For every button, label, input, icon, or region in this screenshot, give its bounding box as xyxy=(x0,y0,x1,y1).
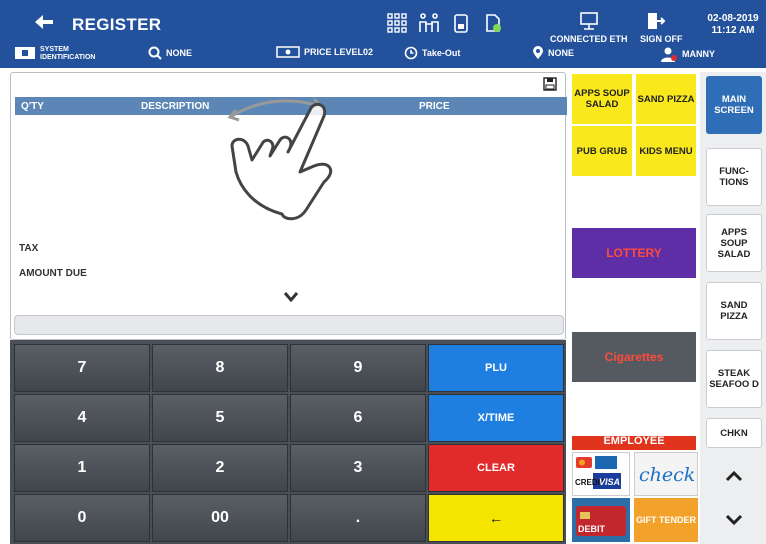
location-pin-icon xyxy=(533,46,543,59)
dept-employee[interactable]: EMPLOYEE xyxy=(572,436,696,450)
key-00[interactable]: 00 xyxy=(152,494,288,542)
scroll-up-button[interactable] xyxy=(706,456,762,496)
monitor-icon xyxy=(15,47,35,59)
price-level-value: PRICE LEVEL02 xyxy=(304,47,374,57)
network-monitor-icon xyxy=(580,12,598,30)
key-6[interactable]: 6 xyxy=(290,394,426,442)
tax-label: TAX xyxy=(19,243,39,254)
chevron-up-icon xyxy=(725,470,743,482)
date-time: 02-08-2019 11:12 AM xyxy=(704,13,762,37)
dept-kids-menu[interactable]: KIDS MENU xyxy=(636,126,696,176)
price-level[interactable]: PRICE LEVEL02 xyxy=(276,46,373,58)
visa-label: VISA xyxy=(599,477,620,487)
top-header: REGISTER CONNECTED ETH SIGN OFF 02-08-20… xyxy=(0,0,766,68)
description-column-header: DESCRIPTION xyxy=(141,101,210,112)
tab-steak-seafood[interactable]: STEAK SEAFOO D xyxy=(706,350,762,408)
debit-label: DEBIT xyxy=(578,524,606,534)
chevron-down-icon xyxy=(725,514,743,526)
key-1[interactable]: 1 xyxy=(14,444,150,492)
dept-lottery[interactable]: LOTTERY xyxy=(572,228,696,278)
clear-button[interactable]: CLEAR xyxy=(428,444,564,492)
amount-due-label: AMOUNT DUE xyxy=(19,268,87,279)
enter-button[interactable]: ← xyxy=(428,494,564,542)
location-value: NONE xyxy=(548,48,575,58)
order-type-value: Take-Out xyxy=(422,48,461,58)
column-header: Q'TY DESCRIPTION PRICE xyxy=(15,97,567,115)
sign-off-label[interactable]: SIGN OFF xyxy=(640,34,683,44)
save-icon[interactable] xyxy=(543,77,557,91)
numeric-keypad: 7 8 9 PLU 4 5 6 X/TIME 1 2 3 CLEAR 0 00 … xyxy=(10,340,566,544)
credit-cards-icon: CREDIT VISA xyxy=(575,456,621,489)
key-4[interactable]: 4 xyxy=(14,394,150,442)
connection-status: CONNECTED ETH xyxy=(550,34,628,44)
debit-tender-button[interactable]: DEBIT xyxy=(572,498,630,542)
system-id-line1: SYSTEM xyxy=(40,46,69,53)
tab-chkn[interactable]: CHKN xyxy=(706,418,762,448)
back-arrow-icon[interactable] xyxy=(34,14,54,30)
check-icon: check xyxy=(639,464,695,486)
tab-functions[interactable]: FUNC-TIONS xyxy=(706,148,762,206)
system-identification[interactable]: SYSTEM IDENTIFICATION xyxy=(14,46,95,62)
tab-sand-pizza[interactable]: SAND PIZZA xyxy=(706,282,762,340)
check-tender-button[interactable]: check xyxy=(634,452,698,496)
user-avatar-icon xyxy=(661,47,677,62)
plu-button[interactable]: PLU xyxy=(428,344,564,392)
x-time-button[interactable]: X/TIME xyxy=(428,394,564,442)
key-0[interactable]: 0 xyxy=(14,494,150,542)
key-3[interactable]: 3 xyxy=(290,444,426,492)
cash-icon xyxy=(276,46,300,58)
table-seating-icon[interactable] xyxy=(418,12,440,34)
category-sidebar: MAIN SCREEN FUNC-TIONS APPS SOUP SALAD S… xyxy=(700,72,766,544)
order-type[interactable]: Take-Out xyxy=(404,46,460,60)
page-title: REGISTER xyxy=(72,15,162,34)
chevron-down-icon[interactable] xyxy=(283,291,299,303)
tab-main-screen[interactable]: MAIN SCREEN xyxy=(706,76,762,134)
department-grid: APPS SOUP SALAD SAND PIZZA PUB GRUB KIDS… xyxy=(570,72,698,450)
credit-tender-button[interactable]: CREDIT VISA xyxy=(572,452,630,496)
search-value: NONE xyxy=(166,48,193,58)
key-2[interactable]: 2 xyxy=(152,444,288,492)
price-column-header: PRICE xyxy=(419,101,450,112)
scroll-down-button[interactable] xyxy=(706,500,762,540)
user-account[interactable]: MANNY xyxy=(660,46,715,62)
system-id-line2: IDENTIFICATION xyxy=(40,54,96,61)
location[interactable]: NONE xyxy=(532,46,574,60)
check-label: check xyxy=(639,464,695,486)
key-9[interactable]: 9 xyxy=(290,344,426,392)
debit-card-icon: DEBIT xyxy=(576,506,626,536)
user-name: MANNY xyxy=(682,49,715,59)
grid-menu-icon[interactable] xyxy=(386,12,408,34)
key-decimal[interactable]: . xyxy=(290,494,426,542)
transaction-panel: Q'TY DESCRIPTION PRICE TAX AMOUNT DUE xyxy=(10,72,567,340)
search-icon xyxy=(148,46,162,60)
key-5[interactable]: 5 xyxy=(152,394,288,442)
date-text: 02-08-2019 xyxy=(707,13,759,24)
receipt-icon[interactable] xyxy=(450,12,472,34)
dept-sand-pizza[interactable]: SAND PIZZA xyxy=(636,74,696,124)
clock-icon xyxy=(404,46,418,60)
gift-tender-button[interactable]: GIFT TENDER xyxy=(634,498,698,542)
key-8[interactable]: 8 xyxy=(152,344,288,392)
time-text: 11:12 AM xyxy=(711,25,755,36)
key-7[interactable]: 7 xyxy=(14,344,150,392)
document-edit-icon[interactable] xyxy=(482,12,504,34)
sign-off-icon[interactable] xyxy=(644,10,666,32)
customer-search[interactable]: NONE xyxy=(148,46,192,60)
dept-pub-grub[interactable]: PUB GRUB xyxy=(572,126,632,176)
horizontal-scrollbar[interactable] xyxy=(14,315,564,335)
dept-apps-soup-salad[interactable]: APPS SOUP SALAD xyxy=(572,74,632,124)
tab-apps-soup-salad[interactable]: APPS SOUP SALAD xyxy=(706,214,762,272)
dept-cigarettes[interactable]: Cigarettes xyxy=(572,332,696,382)
qty-column-header: Q'TY xyxy=(21,101,44,112)
